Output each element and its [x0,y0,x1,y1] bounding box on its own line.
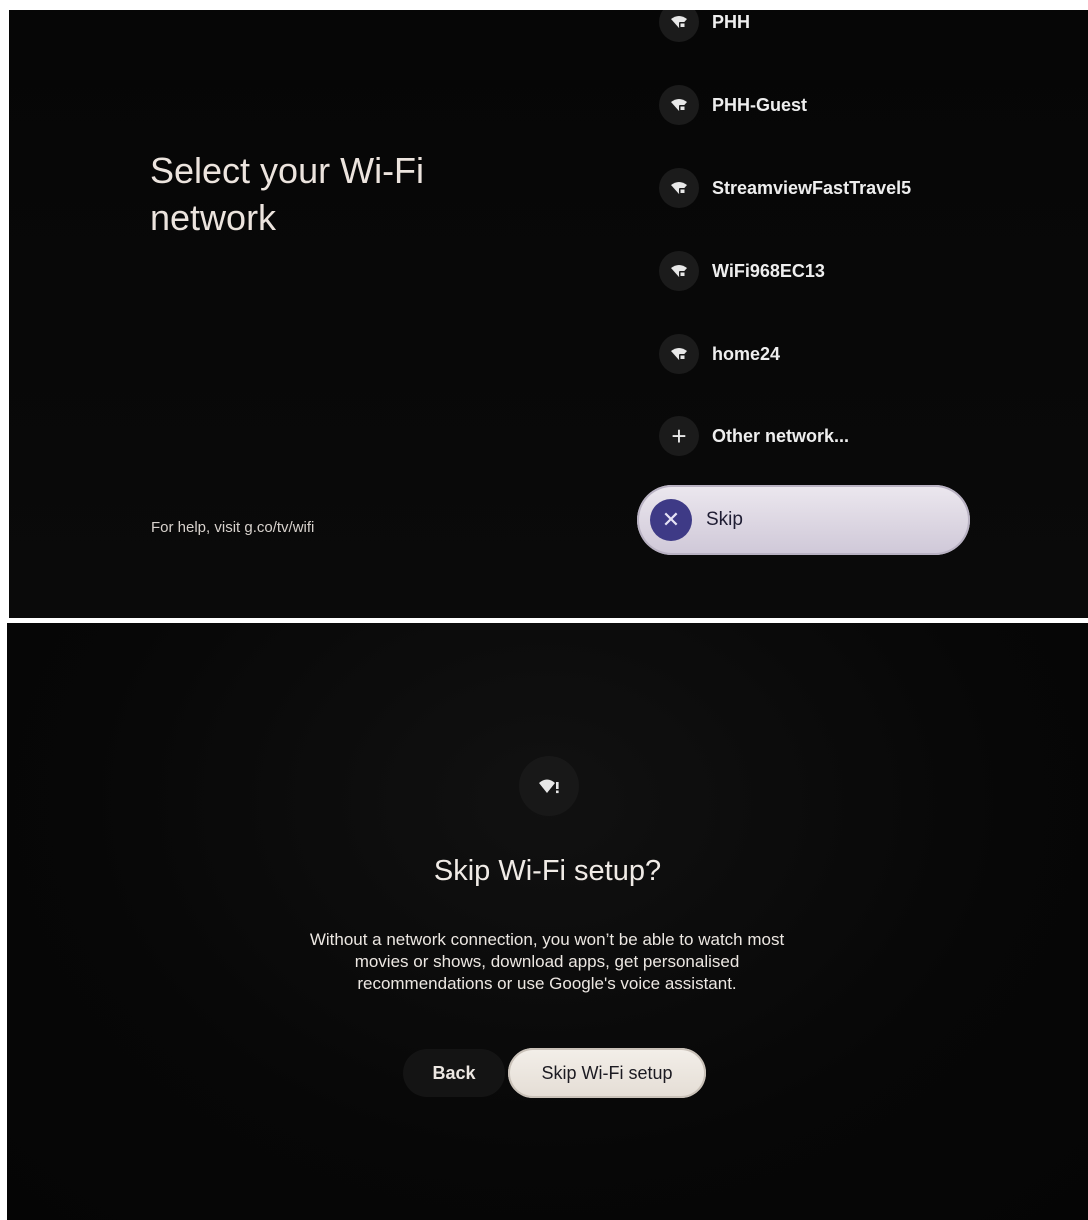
network-item-streamviewfasttravel5[interactable]: StreamviewFastTravel5 [659,166,911,210]
help-text: For help, visit g.co/tv/wifi [151,519,315,536]
wifi-lock-icon [659,251,699,291]
wifi-select-screen: Select your Wi-Fi network For help, visi… [9,10,1088,618]
network-name: StreamviewFastTravel5 [712,177,912,198]
page-title: Select your Wi-Fi network [150,150,425,238]
other-network-label: Other network... [712,425,850,446]
wifi-lock-icon [659,85,699,125]
network-name: WiFi968EC13 [712,260,825,281]
network-name: PHH [712,11,751,32]
skip-wifi-setup-button[interactable]: Skip Wi-Fi setup [508,1048,706,1098]
network-item-home24[interactable]: home24 [659,332,780,376]
plus-icon: + [659,416,699,456]
skip-label: Skip [706,509,743,530]
close-icon: ✕ [650,499,692,541]
network-item-phh[interactable]: PHH [659,10,750,44]
network-item-wifi968ec13[interactable]: WiFi968EC13 [659,249,825,293]
back-button[interactable]: Back [403,1049,505,1097]
other-network-item[interactable]: + Other network... [659,414,849,458]
network-item-phh-guest[interactable]: PHH-Guest [659,83,807,127]
skip-wifi-dialog-screen: Skip Wi-Fi setup? Without a network conn… [7,623,1088,1220]
wifi-lock-icon [659,168,699,208]
network-name: PHH-Guest [712,94,808,115]
dialog-body: Without a network connection, you won’t … [309,930,785,993]
skip-button[interactable]: ✕ Skip [637,485,970,555]
dialog-title: Skip Wi-Fi setup? [433,855,662,887]
network-list: PHH PHH-Guest StreamviewFastTravel5 WiFi… [659,10,989,480]
network-name: home24 [712,343,781,364]
wifi-lock-icon [659,334,699,374]
wifi-alert-icon [519,756,579,816]
wifi-lock-icon [659,10,699,42]
